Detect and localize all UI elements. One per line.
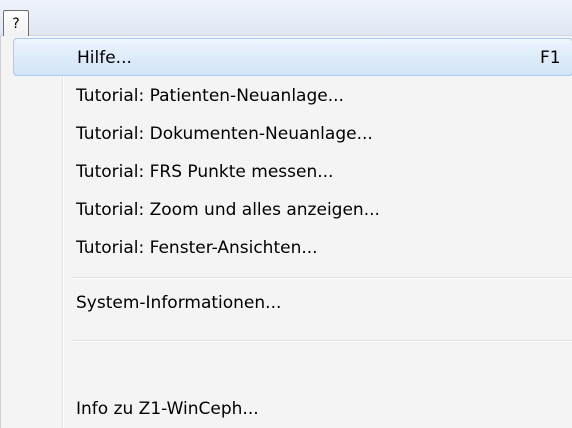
screen: ? Hilfe... F1 Tutorial: Patienten-Neuanl… (0, 0, 572, 428)
menu-item-tutorial-patient[interactable]: Tutorial: Patienten-Neuanlage... (13, 77, 572, 115)
help-dropdown-menu: Hilfe... F1 Tutorial: Patienten-Neuanlag… (0, 36, 572, 428)
menu-separator (71, 340, 572, 342)
menu-item-tutorial-document[interactable]: Tutorial: Dokumenten-Neuanlage... (13, 115, 572, 153)
menu-item-shortcut: F1 (540, 48, 561, 68)
menu-item-label: Tutorial: Patienten-Neuanlage... (76, 86, 344, 106)
menu-item-label: Tutorial: FRS Punkte messen... (76, 162, 334, 182)
menu-item-tutorial-zoom[interactable]: Tutorial: Zoom und alles anzeigen... (13, 191, 572, 229)
menu-item-label: Tutorial: Fenster-Ansichten... (76, 238, 318, 258)
menu-item-label: System-Informationen... (76, 293, 282, 313)
menu-bar: ? (0, 0, 572, 36)
menu-item-about[interactable]: Info zu Z1-WinCeph... (13, 390, 572, 428)
menu-item-help[interactable]: Hilfe... F1 (13, 38, 572, 76)
menu-item-label: Tutorial: Dokumenten-Neuanlage... (76, 124, 373, 144)
menu-item-tutorial-frs[interactable]: Tutorial: FRS Punkte messen... (13, 153, 572, 191)
menu-item-system-info[interactable]: System-Informationen... (13, 284, 572, 322)
menu-item-label: Hilfe... (77, 48, 132, 68)
help-menu-button[interactable]: ? (3, 10, 29, 36)
menu-item-label: Info zu Z1-WinCeph... (76, 399, 259, 419)
menu-item-label: Tutorial: Zoom und alles anzeigen... (76, 200, 380, 220)
menu-item-tutorial-windows[interactable]: Tutorial: Fenster-Ansichten... (13, 229, 572, 267)
menu-separator (71, 277, 572, 279)
